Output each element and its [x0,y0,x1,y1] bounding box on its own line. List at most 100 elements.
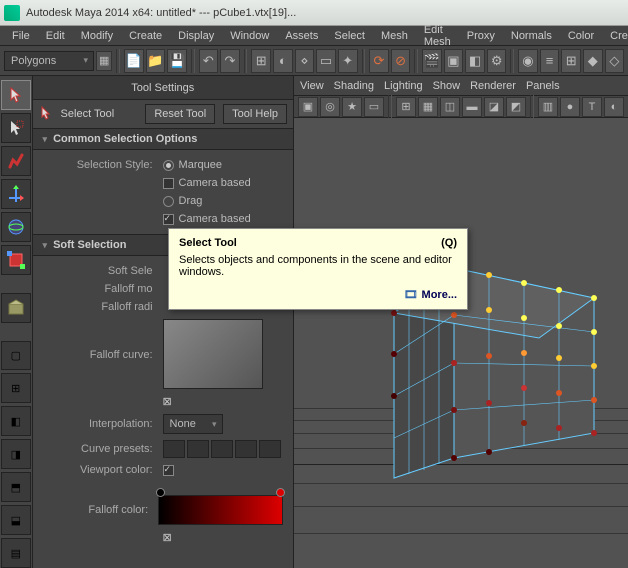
tooltip-shortcut: (Q) [441,237,457,249]
vp-resolution-icon[interactable]: ◫ [440,97,460,117]
snap-point-icon[interactable]: ⋄ [295,49,315,73]
preset-3[interactable] [211,440,233,458]
tooltip-more-link[interactable]: 🎞 More... [179,288,457,301]
vp-menu-panels[interactable]: Panels [526,80,560,92]
outliner-icon[interactable]: ≡ [540,49,560,73]
save-scene-icon[interactable]: 💾 [167,49,187,73]
undo-icon[interactable]: ↶ [199,49,219,73]
interpolation-dropdown[interactable]: None [163,414,223,434]
paint-select-tool-button[interactable] [1,146,31,176]
shelf-icon-1[interactable]: ▦ [96,51,112,71]
common-selection-header[interactable]: Common Selection Options [33,128,293,150]
vp-grid-icon[interactable]: ⊞ [396,97,416,117]
menu-create[interactable]: Create [121,28,170,44]
menu-normals[interactable]: Normals [503,28,560,44]
vp-textured-icon[interactable]: T [582,97,602,117]
lasso-tool-button[interactable] [1,113,31,143]
layout-e-icon[interactable]: ▤ [1,538,31,568]
vp-menu-show[interactable]: Show [433,80,461,92]
rotate-tool-button[interactable] [1,212,31,242]
vp-gate-mask-icon[interactable]: ▬ [462,97,482,117]
falloff-color-gradient[interactable] [158,495,283,525]
history-icon[interactable]: ⟳ [369,49,389,73]
snap-plane-icon[interactable]: ▭ [316,49,336,73]
single-pane-button[interactable]: ▢ [1,341,31,371]
vp-filmgate-icon[interactable]: ▦ [418,97,438,117]
vp-wireframe-icon[interactable]: ▥ [538,97,558,117]
move-tool-button[interactable] [1,179,31,209]
layout-b-icon[interactable]: ◨ [1,439,31,469]
vp-light-icon[interactable]: ◐ [604,97,624,117]
vp-menu-renderer[interactable]: Renderer [470,80,516,92]
viewport-color-check[interactable] [163,465,174,476]
menu-mesh[interactable]: Mesh [373,28,416,44]
tool-column: ▢ ⊞ ◧ ◨ ⬒ ⬓ ▤ [0,76,33,568]
vp-menu-shading[interactable]: Shading [334,80,374,92]
snap-live-icon[interactable]: ✦ [338,49,358,73]
menu-edit[interactable]: Edit [38,28,73,44]
reset-tool-button[interactable]: Reset Tool [145,104,215,124]
vp-image-plane-icon[interactable]: ▭ [364,97,384,117]
curve-handle-icon[interactable]: ⊠ [163,395,172,408]
module-dropdown[interactable]: Polygons [4,51,94,71]
menu-proxy[interactable]: Proxy [459,28,503,44]
window-titlebar: Autodesk Maya 2014 x64: untitled* --- pC… [0,0,628,26]
snap-grid-icon[interactable]: ⊞ [251,49,271,73]
redo-icon[interactable]: ↷ [220,49,240,73]
new-scene-icon[interactable]: 📄 [124,49,144,73]
render-icon[interactable]: 🎬 [422,49,442,73]
menu-modify[interactable]: Modify [73,28,121,44]
snap-curve-icon[interactable]: ◐ [273,49,293,73]
vp-menu-lighting[interactable]: Lighting [384,80,423,92]
scale-tool-button[interactable] [1,245,31,275]
vp-select-camera-icon[interactable]: ▣ [298,97,318,117]
menu-color[interactable]: Color [560,28,602,44]
menu-file[interactable]: File [4,28,38,44]
interpolation-label: Interpolation: [43,418,163,430]
menu-create2[interactable]: Create [602,28,628,44]
marquee-radio[interactable] [163,160,174,171]
preset-4[interactable] [235,440,257,458]
select-tool-button[interactable] [1,80,31,110]
menu-assets[interactable]: Assets [277,28,326,44]
camera-based-check2[interactable] [163,214,174,225]
layout-a-icon[interactable]: ◧ [1,406,31,436]
other2-icon[interactable]: ◇ [605,49,625,73]
tooltip: Select Tool (Q) Selects objects and comp… [168,228,468,310]
layout-d-icon[interactable]: ⬓ [1,505,31,535]
vp-shaded-icon[interactable]: ● [560,97,580,117]
vp-field-icon[interactable]: ◪ [484,97,504,117]
hypershade-icon[interactable]: ◉ [518,49,538,73]
gradient-handle-icon[interactable]: ⊠ [163,531,172,544]
curve-presets-label: Curve presets: [43,443,163,455]
camera-based-check1[interactable] [163,178,174,189]
vp-safe-icon[interactable]: ◩ [506,97,526,117]
four-pane-button[interactable]: ⊞ [1,373,31,403]
menu-display[interactable]: Display [170,28,222,44]
drag-radio[interactable] [163,196,174,207]
tool-settings-header: Tool Settings [33,76,293,100]
viewport-icon-bar: ▣ ◎ ★ ▭ ⊞ ▦ ◫ ▬ ◪ ◩ ▥ ● T ◐ [294,96,628,118]
history-off-icon[interactable]: ⊘ [391,49,411,73]
menu-editmesh[interactable]: Edit Mesh [416,22,459,50]
preset-1[interactable] [163,440,185,458]
vp-menu-view[interactable]: View [300,80,324,92]
falloff-curve-editor[interactable] [163,319,263,389]
layout-c-icon[interactable]: ⬒ [1,472,31,502]
menu-select[interactable]: Select [326,28,373,44]
render-globals-icon[interactable]: ⚙ [487,49,507,73]
layout-icon[interactable]: ⊞ [561,49,581,73]
menu-window[interactable]: Window [222,28,277,44]
ipr-render-icon[interactable]: ▣ [444,49,464,73]
other-icon[interactable]: ◆ [583,49,603,73]
tool-help-button[interactable]: Tool Help [223,104,287,124]
preset-2[interactable] [187,440,209,458]
last-tool-button[interactable] [1,293,31,323]
open-scene-icon[interactable]: 📁 [146,49,166,73]
vp-camera-attr-icon[interactable]: ◎ [320,97,340,117]
viewport-scene[interactable] [294,118,628,568]
falloff-radius-label: Falloff radi [43,301,163,313]
vp-bookmark-icon[interactable]: ★ [342,97,362,117]
preset-5[interactable] [259,440,281,458]
render-region-icon[interactable]: ◧ [465,49,485,73]
